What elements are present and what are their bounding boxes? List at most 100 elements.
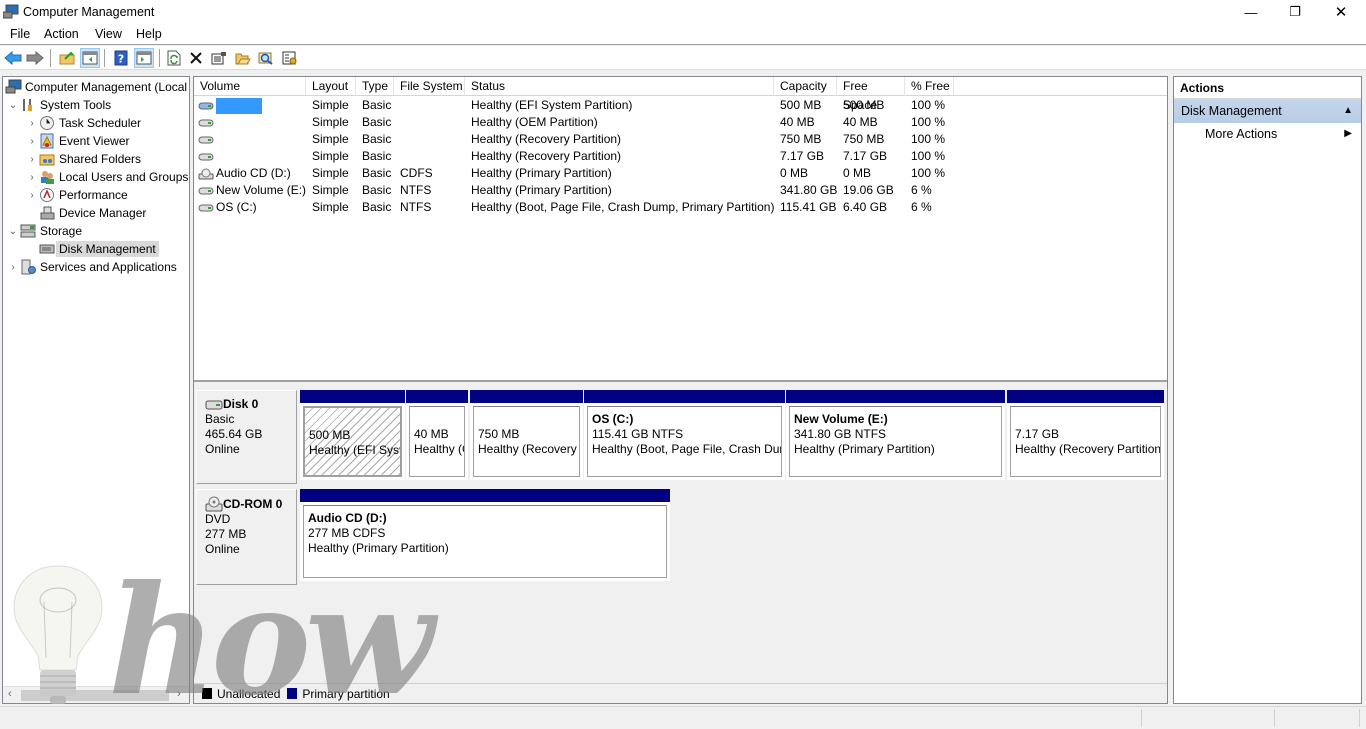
tree-horizontal-scrollbar[interactable]: ‹ › xyxy=(3,686,189,703)
volume-row[interactable]: Audio CD (D:) Simple Basic CDFS Healthy (Pri… xyxy=(194,165,1167,182)
volume-row[interactable]: Simple Basic Healthy (Recovery Partition) 7… xyxy=(194,131,1167,148)
chevron-right-icon[interactable]: › xyxy=(25,154,39,165)
cell-type: Basic xyxy=(362,183,392,197)
refresh-icon xyxy=(167,50,181,66)
volume-row[interactable]: OS (C:) Simple Basic NTFS Healthy (Boot, Pag… xyxy=(194,199,1167,216)
column-status[interactable]: Status xyxy=(465,77,774,96)
settings-button[interactable] xyxy=(280,48,300,68)
tree-item-services-and-applications[interactable]: › Services and Applications xyxy=(6,258,177,276)
tree-item-system-tools[interactable]: ⌄ System Tools xyxy=(6,96,111,114)
partition-bar xyxy=(470,390,583,403)
disk-0-type: Basic xyxy=(205,412,235,426)
volume-cell xyxy=(198,131,306,148)
tree-item-device-manager[interactable]: Device Manager xyxy=(39,204,146,222)
tree-item-local-users-and-groups[interactable]: › Local Users and Groups xyxy=(25,168,188,186)
scroll-right-icon[interactable]: › xyxy=(177,688,181,700)
menu-view[interactable]: View xyxy=(95,27,122,41)
more-actions-item[interactable]: More Actions ▶ xyxy=(1174,123,1361,145)
help-icon: ? xyxy=(114,50,128,66)
chevron-right-icon[interactable]: › xyxy=(25,118,39,129)
partition-details: 40 MBHealthy (OEM Partition) xyxy=(409,406,465,477)
close-button[interactable]: ✕ xyxy=(1318,0,1364,24)
tree-item-disk-management[interactable]: Disk Management xyxy=(39,240,159,258)
partition-details: New Volume (E:) 341.80 GB NTFS Healthy (Pr… xyxy=(789,406,1002,477)
help-button[interactable]: ? xyxy=(111,48,131,68)
performance-icon xyxy=(40,188,54,202)
volume-row[interactable]: Simple Basic Healthy (OEM Partition) 40 MB 4… xyxy=(194,114,1167,131)
cdrom-0-size: 277 MB xyxy=(205,527,247,541)
collapse-up-icon[interactable]: ▲ xyxy=(1343,99,1353,123)
open-button[interactable] xyxy=(233,48,253,68)
partition-block[interactable]: New Volume (E:) 341.80 GB NTFS Healthy (Pr… xyxy=(786,390,1005,480)
volume-row[interactable]: Simple Basic Healthy (EFI System Partition… xyxy=(194,97,1167,114)
settings-icon xyxy=(282,51,297,65)
volume-name: New Volume (E:) xyxy=(216,183,306,197)
chevron-right-icon[interactable]: › xyxy=(25,190,39,201)
back-button[interactable] xyxy=(3,48,23,68)
scroll-left-icon[interactable]: ‹ xyxy=(8,688,12,700)
cell-layout: Simple xyxy=(312,132,349,146)
column-layout[interactable]: Layout xyxy=(306,77,356,96)
minimize-button[interactable]: — xyxy=(1228,0,1274,24)
chevron-down-icon[interactable]: ⌄ xyxy=(6,226,20,237)
legend-unallocated: Unallocated xyxy=(217,686,281,701)
column-file-system[interactable]: File System xyxy=(394,77,465,96)
volume-name: OS (C:) xyxy=(216,200,257,214)
column-free-space[interactable]: Free Space xyxy=(837,77,905,112)
refresh-button[interactable] xyxy=(164,48,184,68)
partition-block[interactable]: 500 MBHealthy (EFI System Partition) xyxy=(300,390,405,480)
cell-capacity: 341.80 GB xyxy=(780,183,838,197)
partition-block[interactable]: OS (C:) 115.41 GB NTFS Healthy (Boot, Page… xyxy=(584,390,785,480)
volume-row[interactable]: Simple Basic Healthy (Recovery Partition) 7… xyxy=(194,148,1167,165)
disk-0-label[interactable]: Disk 0 Basic 465.64 GB Online xyxy=(196,390,297,484)
chevron-right-icon[interactable]: › xyxy=(25,172,39,183)
toolbar-separator xyxy=(50,49,51,67)
tree-item-storage[interactable]: ⌄ Storage xyxy=(6,222,82,240)
show-hide-action-pane-button[interactable] xyxy=(134,48,154,68)
partition-block[interactable]: 40 MBHealthy (OEM Partition) xyxy=(406,390,468,480)
properties-icon xyxy=(211,52,226,65)
tree-item-event-viewer[interactable]: › Event Viewer xyxy=(25,132,129,150)
chevron-right-icon[interactable]: › xyxy=(6,262,20,273)
chevron-right-icon[interactable]: › xyxy=(25,136,39,147)
partition-block[interactable]: Audio CD (D:) 277 MB CDFS Healthy (Primary… xyxy=(300,489,670,581)
volume-cell xyxy=(198,148,306,165)
actions-group-disk-management[interactable]: Disk Management ▲ xyxy=(1174,99,1361,123)
volume-row[interactable]: New Volume (E:) Simple Basic NTFS Healthy (P… xyxy=(194,182,1167,199)
menu-action[interactable]: Action xyxy=(44,27,79,41)
menu-help[interactable]: Help xyxy=(136,27,162,41)
column-capacity[interactable]: Capacity xyxy=(774,77,837,96)
column-percent-free[interactable]: % Free xyxy=(905,77,954,96)
forward-button[interactable] xyxy=(25,48,45,68)
chevron-down-icon[interactable]: ⌄ xyxy=(6,100,20,111)
cell-free: 0 MB xyxy=(843,166,872,180)
delete-button[interactable] xyxy=(186,48,206,68)
cell-pct: 6 % xyxy=(911,183,932,197)
partition-block[interactable]: 7.17 GB Healthy (Recovery Partition) xyxy=(1007,390,1164,480)
volume-list-header: Volume Layout Type File System Status Ca… xyxy=(194,77,1167,112)
up-folder-button[interactable] xyxy=(57,48,77,68)
partition-block[interactable]: 750 MBHealthy (Recovery Partition) xyxy=(470,390,583,480)
scrollbar-thumb[interactable] xyxy=(21,690,169,701)
properties-button[interactable] xyxy=(209,48,229,68)
search-button[interactable] xyxy=(256,48,276,68)
tree-item-performance[interactable]: › Performance xyxy=(25,186,128,204)
column-volume[interactable]: Volume xyxy=(194,77,306,96)
partition-details: 500 MBHealthy (EFI System Partition) xyxy=(303,406,402,477)
tree-item-task-scheduler[interactable]: › Task Scheduler xyxy=(25,114,141,132)
tree-root-computer-management[interactable]: Computer Management (Local xyxy=(5,78,187,96)
actions-pane: Actions Disk Management ▲ More Actions ▶ xyxy=(1173,76,1362,704)
restore-button[interactable]: ❐ xyxy=(1272,0,1318,24)
cell-pct: 100 % xyxy=(911,98,946,112)
column-type[interactable]: Type xyxy=(356,77,394,96)
toolbar-separator xyxy=(159,49,160,67)
services-icon xyxy=(21,259,36,275)
window-title: Computer Management xyxy=(23,5,155,19)
partition-details: Audio CD (D:) 277 MB CDFS Healthy (Primary… xyxy=(303,505,667,578)
menu-file[interactable]: File xyxy=(10,27,30,41)
disk-management-pane: Volume Layout Type File System Status Ca… xyxy=(193,76,1168,704)
show-hide-tree-button[interactable] xyxy=(80,48,100,68)
tree-item-shared-folders[interactable]: › Shared Folders xyxy=(25,150,141,168)
partition-status: Healthy (Primary Partition) xyxy=(308,541,449,555)
cdrom-0-label[interactable]: CD-ROM 0 DVD 277 MB Online xyxy=(196,489,297,585)
